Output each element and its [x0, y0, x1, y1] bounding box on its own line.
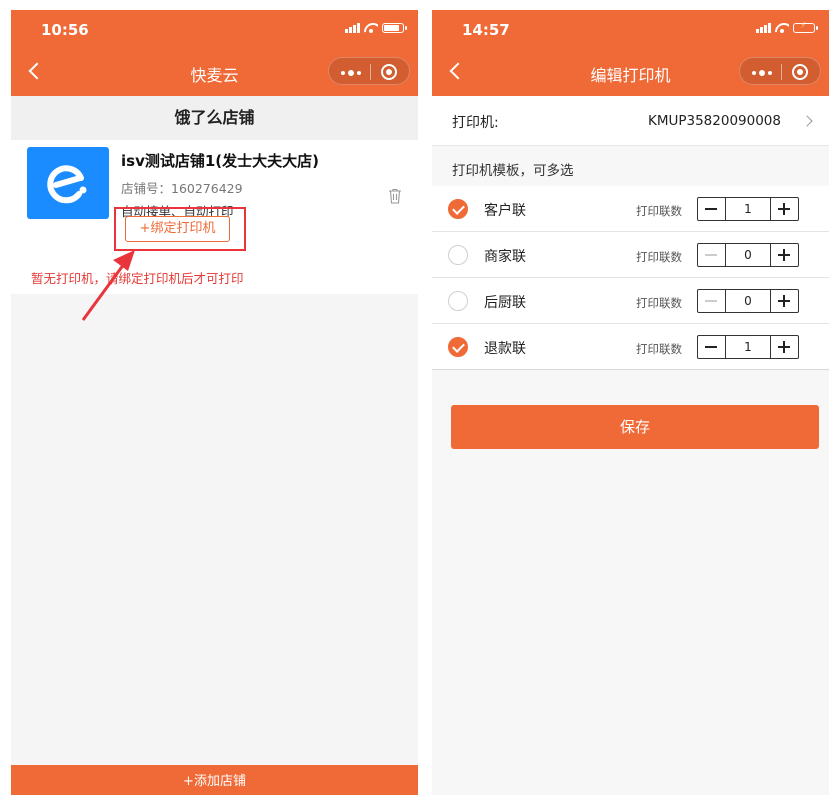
printer-select-row[interactable]: 打印机: KMUP35820090008 [432, 96, 829, 146]
copies-value[interactable]: 0 [725, 244, 771, 266]
unchecked-checkbox[interactable] [448, 291, 468, 311]
miniprogram-capsule [739, 57, 821, 85]
increment-button[interactable] [771, 336, 798, 358]
save-button[interactable]: 保存 [451, 405, 819, 449]
copies-value[interactable]: 0 [725, 290, 771, 312]
decrement-button[interactable] [698, 198, 725, 220]
nav-bar: 编辑打印机 [432, 50, 829, 96]
checked-checkbox[interactable] [448, 199, 468, 219]
copies-value[interactable]: 1 [725, 198, 771, 220]
template-row: 商家联 打印联数 0 [432, 232, 829, 278]
decrement-button[interactable] [698, 290, 725, 312]
right-phone-screen: 14:57 ⚡ 编辑打印机 打印机: KMUP35820090008 打印机模板… [432, 10, 829, 795]
checked-checkbox[interactable] [448, 337, 468, 357]
template-name: 退款联 [484, 341, 526, 357]
copies-stepper: 0 [697, 243, 799, 267]
template-row: 退款联 打印联数 1 [432, 324, 829, 370]
status-time: 14:57 [462, 21, 510, 39]
decrement-button[interactable] [698, 336, 725, 358]
template-header: 打印机模板，可多选 [432, 146, 829, 186]
copies-stepper: 1 [697, 197, 799, 221]
template-name: 后厨联 [484, 295, 526, 311]
annotation-arrow-icon [81, 250, 135, 321]
increment-button[interactable] [771, 198, 798, 220]
capsule-divider [781, 64, 782, 80]
copies-label: 打印联数 [636, 342, 682, 356]
decrement-button[interactable] [698, 244, 725, 266]
add-store-button[interactable]: +添加店铺 [11, 765, 418, 795]
template-name: 客户联 [484, 203, 526, 219]
printer-serial: KMUP35820090008 [647, 113, 781, 129]
chevron-right-icon [801, 115, 813, 127]
increment-button[interactable] [771, 244, 798, 266]
copies-stepper: 0 [697, 289, 799, 313]
copies-label: 打印联数 [636, 204, 682, 218]
template-name: 商家联 [484, 249, 526, 265]
status-icons: ⚡ [756, 21, 818, 33]
copies-stepper: 1 [697, 335, 799, 359]
signal-icon [756, 23, 771, 33]
left-phone-screen: 10:56 快麦云 饿了么店铺 isv测试店铺1(发士大夫大店) 店铺号：160… [11, 10, 418, 795]
status-bar: 14:57 ⚡ [432, 10, 829, 50]
close-miniprogram-icon[interactable] [792, 64, 808, 80]
printer-label: 打印机: [452, 115, 499, 131]
more-icon[interactable] [752, 70, 772, 76]
template-row: 客户联 打印联数 1 [432, 186, 829, 232]
template-row: 后厨联 打印联数 0 [432, 278, 829, 324]
copies-value[interactable]: 1 [725, 336, 771, 358]
copies-label: 打印联数 [636, 250, 682, 264]
wifi-icon [775, 23, 789, 33]
increment-button[interactable] [771, 290, 798, 312]
copies-label: 打印联数 [636, 296, 682, 310]
battery-charging-icon: ⚡ [793, 21, 818, 33]
unchecked-checkbox[interactable] [448, 245, 468, 265]
template-header-label: 打印机模板，可多选 [452, 163, 574, 179]
template-list: 客户联 打印联数 1 商家联 打印联数 0 后厨联 打印联数 0 退款联 打印联数 1 [432, 186, 829, 370]
